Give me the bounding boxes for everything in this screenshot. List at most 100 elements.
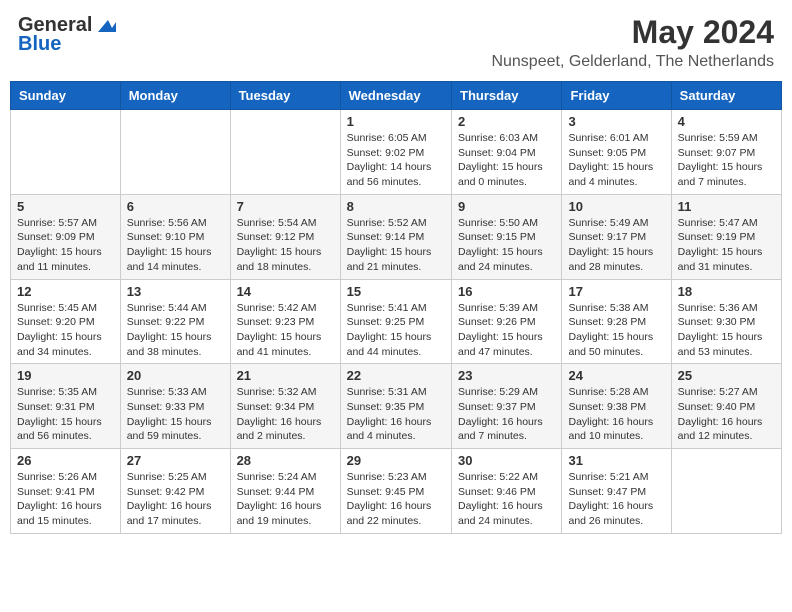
day-info: Sunrise: 5:39 AM Sunset: 9:26 PM Dayligh… (458, 301, 555, 360)
title-area: May 2024 Nunspeet, Gelderland, The Nethe… (491, 14, 774, 71)
day-info: Sunrise: 5:41 AM Sunset: 9:25 PM Dayligh… (347, 301, 445, 360)
day-number: 9 (458, 199, 555, 214)
day-header-row: Sunday Monday Tuesday Wednesday Thursday… (11, 82, 782, 110)
day-number: 4 (678, 114, 775, 129)
day-number: 29 (347, 453, 445, 468)
header-tuesday: Tuesday (230, 82, 340, 110)
day-number: 20 (127, 368, 224, 383)
header-thursday: Thursday (452, 82, 562, 110)
day-cell: 2Sunrise: 6:03 AM Sunset: 9:04 PM Daylig… (452, 110, 562, 195)
day-info: Sunrise: 5:38 AM Sunset: 9:28 PM Dayligh… (568, 301, 664, 360)
day-info: Sunrise: 5:28 AM Sunset: 9:38 PM Dayligh… (568, 385, 664, 444)
day-number: 28 (237, 453, 334, 468)
day-number: 11 (678, 199, 775, 214)
day-number: 13 (127, 284, 224, 299)
day-number: 5 (17, 199, 114, 214)
day-info: Sunrise: 5:50 AM Sunset: 9:15 PM Dayligh… (458, 216, 555, 275)
day-info: Sunrise: 5:35 AM Sunset: 9:31 PM Dayligh… (17, 385, 114, 444)
day-cell: 11Sunrise: 5:47 AM Sunset: 9:19 PM Dayli… (671, 194, 781, 279)
day-info: Sunrise: 5:52 AM Sunset: 9:14 PM Dayligh… (347, 216, 445, 275)
day-info: Sunrise: 5:59 AM Sunset: 9:07 PM Dayligh… (678, 131, 775, 190)
day-cell: 28Sunrise: 5:24 AM Sunset: 9:44 PM Dayli… (230, 449, 340, 534)
day-number: 24 (568, 368, 664, 383)
day-cell: 25 Sunrise: 5:27 AM Sunset: 9:40 PM Dayli… (671, 364, 781, 449)
day-number: 22 (347, 368, 445, 383)
day-cell: 15 Sunrise: 5:41 AM Sunset: 9:25 PM Dayli… (340, 279, 451, 364)
day-cell: 12Sunrise: 5:45 AM Sunset: 9:20 PM Dayli… (11, 279, 121, 364)
day-cell: 23 Sunrise: 5:29 AM Sunset: 9:37 PM Dayli… (452, 364, 562, 449)
day-number: 27 (127, 453, 224, 468)
day-cell: 19 Sunrise: 5:35 AM Sunset: 9:31 PM Dayli… (11, 364, 121, 449)
day-info: Sunrise: 5:22 AM Sunset: 9:46 PM Dayligh… (458, 470, 555, 529)
day-number: 12 (17, 284, 114, 299)
day-info: Sunrise: 5:27 AM Sunset: 9:40 PM Dayligh… (678, 385, 775, 444)
day-info: Sunrise: 5:21 AM Sunset: 9:47 PM Dayligh… (568, 470, 664, 529)
week-row-3: 12Sunrise: 5:45 AM Sunset: 9:20 PM Dayli… (11, 279, 782, 364)
day-cell: 24 Sunrise: 5:28 AM Sunset: 9:38 PM Dayli… (562, 364, 671, 449)
day-cell: 31 Sunrise: 5:21 AM Sunset: 9:47 PM Dayli… (562, 449, 671, 534)
day-info: Sunrise: 6:05 AM Sunset: 9:02 PM Dayligh… (347, 131, 445, 190)
day-cell: 10 Sunrise: 5:49 AM Sunset: 9:17 PM Dayli… (562, 194, 671, 279)
header-friday: Friday (562, 82, 671, 110)
location-title: Nunspeet, Gelderland, The Netherlands (491, 53, 774, 71)
day-info: Sunrise: 5:29 AM Sunset: 9:37 PM Dayligh… (458, 385, 555, 444)
week-row-5: 26Sunrise: 5:26 AM Sunset: 9:41 PM Dayli… (11, 449, 782, 534)
day-number: 16 (458, 284, 555, 299)
week-row-2: 5 Sunrise: 5:57 AM Sunset: 9:09 PM Daylig… (11, 194, 782, 279)
day-number: 10 (568, 199, 664, 214)
day-info: Sunrise: 5:57 AM Sunset: 9:09 PM Dayligh… (17, 216, 114, 275)
day-number: 30 (458, 453, 555, 468)
day-cell: 22 Sunrise: 5:31 AM Sunset: 9:35 PM Dayli… (340, 364, 451, 449)
header-monday: Monday (120, 82, 230, 110)
day-number: 19 (17, 368, 114, 383)
day-cell: 21Sunrise: 5:32 AM Sunset: 9:34 PM Dayli… (230, 364, 340, 449)
day-info: Sunrise: 5:23 AM Sunset: 9:45 PM Dayligh… (347, 470, 445, 529)
day-info: Sunrise: 5:31 AM Sunset: 9:35 PM Dayligh… (347, 385, 445, 444)
day-cell: 4 Sunrise: 5:59 AM Sunset: 9:07 PM Daylig… (671, 110, 781, 195)
day-number: 1 (347, 114, 445, 129)
day-number: 15 (347, 284, 445, 299)
month-title: May 2024 (491, 14, 774, 51)
day-info: Sunrise: 5:26 AM Sunset: 9:41 PM Dayligh… (17, 470, 114, 529)
day-info: Sunrise: 5:49 AM Sunset: 9:17 PM Dayligh… (568, 216, 664, 275)
header-wednesday: Wednesday (340, 82, 451, 110)
day-cell: 17 Sunrise: 5:38 AM Sunset: 9:28 PM Dayli… (562, 279, 671, 364)
day-info: Sunrise: 5:42 AM Sunset: 9:23 PM Dayligh… (237, 301, 334, 360)
day-info: Sunrise: 5:25 AM Sunset: 9:42 PM Dayligh… (127, 470, 224, 529)
day-cell: 7 Sunrise: 5:54 AM Sunset: 9:12 PM Daylig… (230, 194, 340, 279)
day-info: Sunrise: 5:54 AM Sunset: 9:12 PM Dayligh… (237, 216, 334, 275)
day-cell: 3Sunrise: 6:01 AM Sunset: 9:05 PM Daylig… (562, 110, 671, 195)
day-cell: 6Sunrise: 5:56 AM Sunset: 9:10 PM Daylig… (120, 194, 230, 279)
week-row-4: 19 Sunrise: 5:35 AM Sunset: 9:31 PM Dayli… (11, 364, 782, 449)
calendar-table: Sunday Monday Tuesday Wednesday Thursday… (10, 81, 782, 534)
day-cell: 5 Sunrise: 5:57 AM Sunset: 9:09 PM Daylig… (11, 194, 121, 279)
day-cell (230, 110, 340, 195)
day-number: 23 (458, 368, 555, 383)
day-cell: 26Sunrise: 5:26 AM Sunset: 9:41 PM Dayli… (11, 449, 121, 534)
day-info: Sunrise: 5:33 AM Sunset: 9:33 PM Dayligh… (127, 385, 224, 444)
day-cell: 14 Sunrise: 5:42 AM Sunset: 9:23 PM Dayli… (230, 279, 340, 364)
day-cell: 8Sunrise: 5:52 AM Sunset: 9:14 PM Daylig… (340, 194, 451, 279)
day-number: 14 (237, 284, 334, 299)
day-cell: 18Sunrise: 5:36 AM Sunset: 9:30 PM Dayli… (671, 279, 781, 364)
day-cell: 13 Sunrise: 5:44 AM Sunset: 9:22 PM Dayli… (120, 279, 230, 364)
week-row-1: 1 Sunrise: 6:05 AM Sunset: 9:02 PM Daylig… (11, 110, 782, 195)
day-number: 2 (458, 114, 555, 129)
logo-blue: Blue (18, 33, 61, 56)
day-number: 31 (568, 453, 664, 468)
day-cell (11, 110, 121, 195)
day-number: 6 (127, 199, 224, 214)
header-saturday: Saturday (671, 82, 781, 110)
header-sunday: Sunday (11, 82, 121, 110)
day-cell: 27 Sunrise: 5:25 AM Sunset: 9:42 PM Dayli… (120, 449, 230, 534)
day-info: Sunrise: 5:44 AM Sunset: 9:22 PM Dayligh… (127, 301, 224, 360)
logo: General Blue (18, 14, 116, 56)
day-number: 25 (678, 368, 775, 383)
logo-icon (94, 14, 116, 36)
day-cell: 30 Sunrise: 5:22 AM Sunset: 9:46 PM Dayli… (452, 449, 562, 534)
day-cell: 9 Sunrise: 5:50 AM Sunset: 9:15 PM Daylig… (452, 194, 562, 279)
day-number: 7 (237, 199, 334, 214)
day-number: 21 (237, 368, 334, 383)
day-info: Sunrise: 6:01 AM Sunset: 9:05 PM Dayligh… (568, 131, 664, 190)
day-number: 17 (568, 284, 664, 299)
